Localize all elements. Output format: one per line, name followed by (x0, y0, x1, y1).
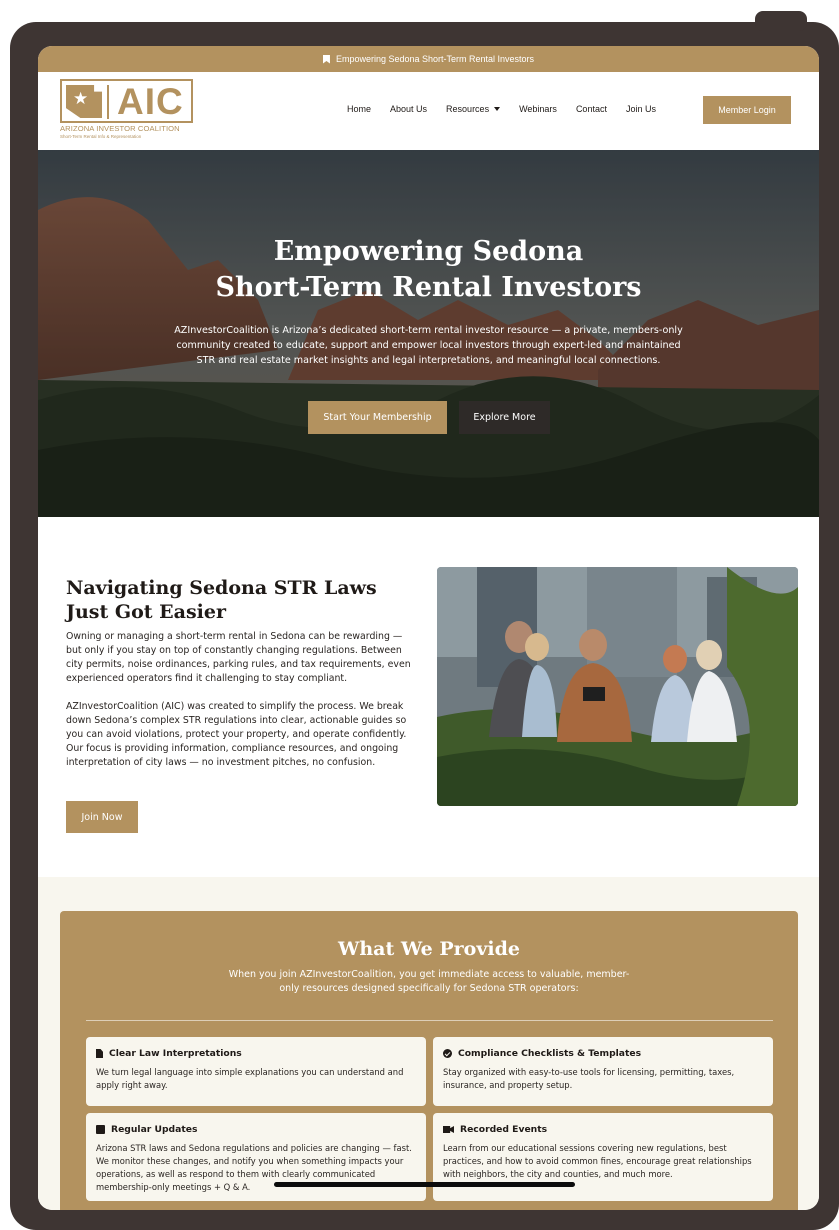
bookmark-icon (322, 54, 330, 64)
logo-tagline: Short-Term Rental Info & Representation (60, 134, 142, 139)
nav-item-contact[interactable]: Contact (576, 104, 607, 114)
feature-card-text: Learn from our educational sessions cove… (443, 1143, 752, 1179)
calendar-icon (96, 1125, 105, 1134)
browser-viewport: Empowering Sedona Short-Term Rental Inve… (38, 46, 819, 1210)
feature-card-title: Regular Updates (96, 1124, 416, 1135)
intro-paragraph-1: Owning or managing a short-term rental i… (66, 631, 411, 684)
main-nav: Home About Us Resources Webinars Contact… (347, 104, 675, 114)
divider (86, 1020, 773, 1021)
video-camera-icon (443, 1126, 454, 1133)
feature-card-title-text: Compliance Checklists & Templates (458, 1048, 642, 1059)
intro-paragraph-2: AZInvestorCoalition (AIC) was created to… (66, 701, 407, 768)
feature-card-text: Stay organized with easy-to-use tools fo… (443, 1067, 735, 1090)
check-circle-icon (443, 1049, 452, 1058)
feature-card-compliance-checklists: Compliance Checklists & Templates Stay o… (433, 1037, 773, 1106)
feature-card-recorded-events: Recorded Events Learn from our education… (433, 1113, 773, 1201)
nav-item-webinars[interactable]: Webinars (519, 104, 557, 114)
logo-abbreviation: AIC (117, 81, 184, 122)
provide-title: What We Provide (338, 938, 520, 960)
feature-card-title-text: Recorded Events (460, 1124, 548, 1135)
member-login-button[interactable]: Member Login (703, 96, 791, 124)
announcement-bar: Empowering Sedona Short-Term Rental Inve… (38, 46, 819, 72)
intro-section: Navigating Sedona STR Laws Just Got Easie… (38, 517, 819, 877)
explore-more-button[interactable]: Explore More (459, 401, 550, 434)
provide-panel: What We Provide When you join AZInvestor… (60, 911, 798, 1210)
hero-description: AZInvestorCoalition is Arizona’s dedicat… (174, 325, 683, 366)
feature-card-title-text: Clear Law Interpretations (109, 1048, 242, 1059)
what-we-provide-section: What We Provide When you join AZInvestor… (38, 877, 819, 1210)
nav-item-home[interactable]: Home (347, 104, 371, 114)
document-icon (96, 1049, 103, 1058)
nav-item-join-us[interactable]: Join Us (626, 104, 656, 114)
chevron-down-icon (494, 107, 501, 111)
feature-card-regular-updates: Regular Updates Arizona STR laws and Sed… (86, 1113, 426, 1201)
home-indicator[interactable] (274, 1182, 575, 1187)
logo-name: ARIZONA INVESTOR COALITION (60, 124, 180, 133)
team-meeting-photo (437, 567, 798, 806)
hero-title: Empowering Sedona Short-Term Rental Inves… (215, 236, 642, 303)
provide-subtitle: When you join AZInvestorCoalition, you g… (228, 969, 630, 994)
tablet-side-button (755, 11, 807, 31)
feature-card-title: Compliance Checklists & Templates (443, 1048, 763, 1059)
logo-box: ★ AIC (60, 79, 193, 123)
nav-item-about-us[interactable]: About Us (390, 104, 427, 114)
site-logo[interactable]: ★ AIC ARIZONA INVESTOR COALITION Short-T… (60, 79, 196, 139)
start-membership-button[interactable]: Start Your Membership (308, 401, 447, 434)
nav-item-resources[interactable]: Resources (446, 104, 501, 114)
hero-section: Empowering Sedona Short-Term Rental Inves… (38, 150, 819, 517)
star-icon: ★ (73, 89, 89, 109)
feature-card-text: We turn legal language into simple expla… (96, 1067, 404, 1090)
site-header: ★ AIC ARIZONA INVESTOR COALITION Short-T… (38, 72, 819, 150)
feature-card-title: Recorded Events (443, 1124, 763, 1135)
intro-title: Navigating Sedona STR Laws Just Got Easie… (66, 577, 377, 623)
feature-card-title-text: Regular Updates (111, 1124, 198, 1135)
feature-card-title: Clear Law Interpretations (96, 1048, 416, 1059)
logo-divider (107, 85, 109, 119)
join-now-button[interactable]: Join Now (66, 801, 138, 833)
announcement-text: Empowering Sedona Short-Term Rental Inve… (335, 54, 535, 64)
feature-card-clear-law-interpretations: Clear Law Interpretations We turn legal … (86, 1037, 426, 1106)
